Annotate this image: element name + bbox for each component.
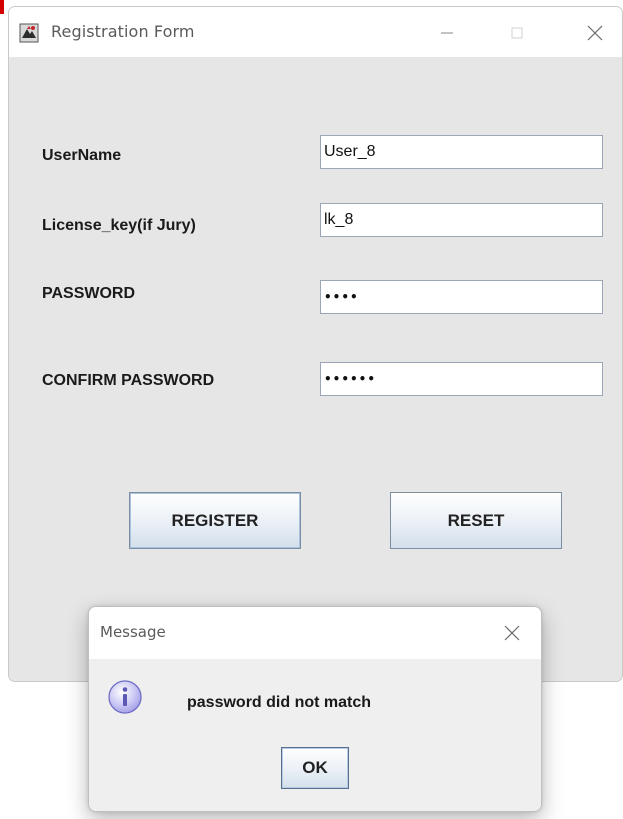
reset-button[interactable]: RESET <box>390 492 562 549</box>
dialog-close-button[interactable] <box>494 617 530 649</box>
maximize-button[interactable] <box>497 15 537 51</box>
username-label: UserName <box>42 147 122 164</box>
registration-window: Registration Form UserName User_8 Licens… <box>8 6 623 682</box>
password-label: PASSWORD <box>42 285 136 302</box>
close-icon <box>504 625 520 641</box>
dialog-body: password did not match OK <box>89 659 541 811</box>
info-icon <box>108 680 142 714</box>
message-dialog: Message password did not match OK <box>88 606 542 812</box>
dialog-message: password did not match <box>187 694 372 711</box>
ok-button[interactable]: OK <box>281 747 349 789</box>
form-panel: UserName User_8 License_key(if Jury) lk_… <box>9 57 622 681</box>
register-button[interactable]: REGISTER <box>129 492 301 549</box>
minimize-icon <box>441 32 453 34</box>
license-key-input[interactable]: lk_8 <box>320 203 603 237</box>
window-titlebar[interactable]: Registration Form <box>9 7 622 57</box>
license-key-label: License_key(if Jury) <box>42 217 196 234</box>
close-button[interactable] <box>575 15 615 51</box>
confirm-password-input[interactable]: •••••• <box>320 362 603 396</box>
minimize-button[interactable] <box>427 15 467 51</box>
window-title: Registration Form <box>51 22 195 41</box>
close-icon <box>587 25 603 41</box>
edge-artifact <box>0 0 4 14</box>
screen: Registration Form UserName User_8 Licens… <box>0 0 623 819</box>
dialog-title: Message <box>100 623 166 641</box>
confirm-password-label: CONFIRM PASSWORD <box>42 372 215 389</box>
java-app-icon <box>19 23 39 43</box>
password-input[interactable]: •••• <box>320 280 603 314</box>
maximize-icon <box>511 27 523 39</box>
dialog-titlebar[interactable]: Message <box>89 607 541 659</box>
username-input[interactable]: User_8 <box>320 135 603 169</box>
